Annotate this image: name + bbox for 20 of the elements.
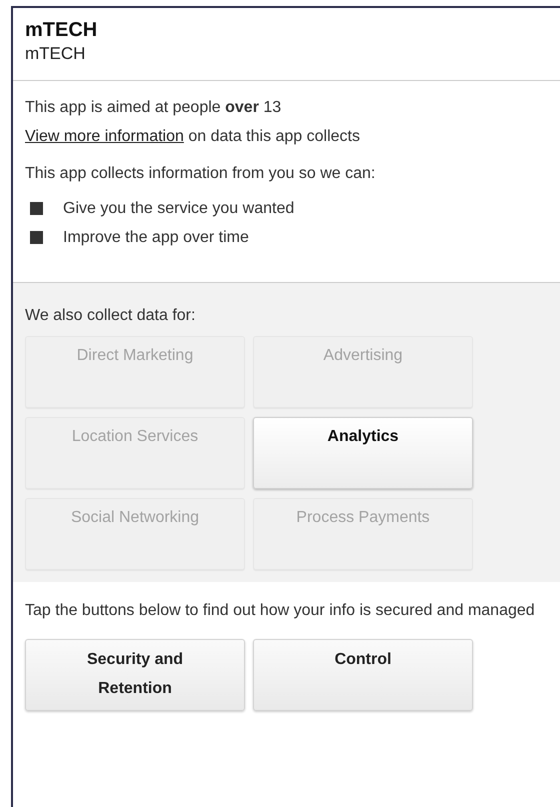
category-button[interactable]: Social Networking	[25, 498, 245, 570]
app-subtitle: mTECH	[25, 43, 86, 65]
purpose-item: Give you the service you wanted	[63, 199, 294, 219]
footer-text: Tap the buttons below to find out how your info is secured and managed	[25, 601, 536, 621]
more-info-link[interactable]: View more information	[25, 128, 184, 145]
category-button[interactable]: Analytics	[253, 417, 473, 489]
age-notice: This app is aimed at people over 13	[25, 98, 282, 118]
purpose-intro: This app collects information from you so we can:	[25, 164, 376, 184]
category-button[interactable]: Advertising	[253, 336, 473, 408]
category-button[interactable]: Process Payments	[253, 498, 473, 570]
section-heading: We also collect data for:	[25, 306, 196, 326]
category-button[interactable]: Direct Marketing	[25, 336, 245, 408]
info-button[interactable]: Security and Retention	[25, 639, 245, 711]
purpose-item: Improve the app over time	[63, 228, 249, 248]
app-title: mTECH	[25, 18, 98, 42]
info-button[interactable]: Control	[253, 639, 473, 711]
info-sentence: View more information on data this app collects	[25, 127, 361, 147]
category-button[interactable]: Location Services	[25, 417, 245, 489]
bullet-icon	[30, 202, 43, 215]
bullet-icon	[30, 231, 43, 244]
